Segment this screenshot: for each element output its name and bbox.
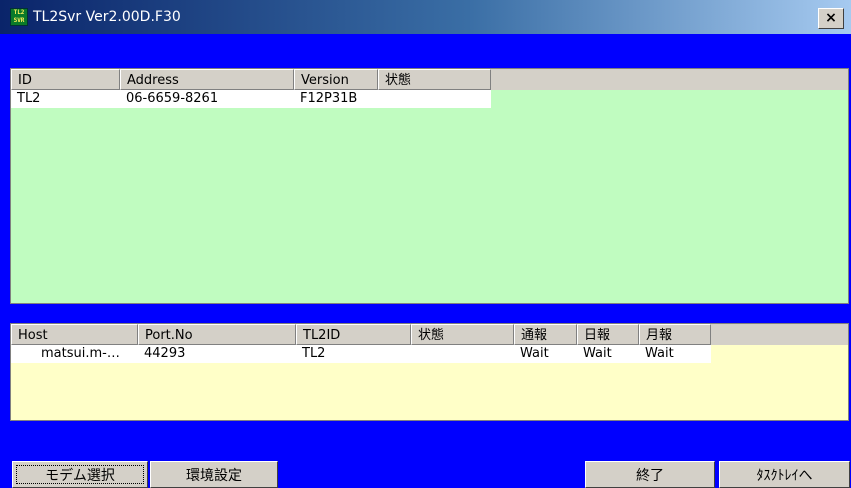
column-header-daily[interactable]: 日報 <box>577 324 639 345</box>
cell-status <box>378 90 491 108</box>
column-header-tl2id[interactable]: TL2ID <box>296 324 411 345</box>
app-icon: TL2 SVR <box>10 8 28 26</box>
column-header-port[interactable]: Port.No <box>138 324 296 345</box>
column-header-host[interactable]: Host <box>11 324 138 345</box>
column-header-address[interactable]: Address <box>120 69 294 90</box>
cell-status <box>411 345 514 363</box>
column-header-status[interactable]: 状態 <box>378 69 491 90</box>
device-list-header: ID Address Version 状態 <box>11 69 848 90</box>
cell-version: F12P31B <box>300 91 358 106</box>
window-title: TL2Svr Ver2.00D.F30 <box>33 9 181 25</box>
exit-button[interactable]: 終了 <box>585 461 715 488</box>
column-header-status[interactable]: 状態 <box>411 324 514 345</box>
cell-daily: Wait <box>583 346 612 361</box>
cell-report: Wait <box>520 346 549 361</box>
blue-band-top <box>0 34 851 68</box>
cell-monthly: Wait <box>645 346 674 361</box>
cell-address: 06-6659-8261 <box>126 91 219 106</box>
column-header-id[interactable]: ID <box>11 69 120 90</box>
cell-host: matsui.m-… <box>41 346 120 361</box>
tray-button[interactable]: ﾀｽｸﾄﾚｲへ <box>719 461 850 488</box>
table-row[interactable]: matsui.m-… 44293 TL2 Wait Wait Wait <box>11 345 711 363</box>
cell-tl2id: TL2 <box>302 346 326 361</box>
table-row[interactable]: TL2 06-6659-8261 F12P31B <box>11 90 491 108</box>
column-header-report[interactable]: 通報 <box>514 324 577 345</box>
cell-port: 44293 <box>144 346 186 361</box>
close-button[interactable]: × <box>818 8 844 29</box>
column-header-monthly[interactable]: 月報 <box>639 324 711 345</box>
connection-list-header: Host Port.No TL2ID 状態 通報 日報 月報 <box>11 324 848 345</box>
modem-select-button[interactable]: モデム選択 <box>12 461 148 488</box>
cell-id: TL2 <box>17 91 41 106</box>
column-header-version[interactable]: Version <box>294 69 378 90</box>
env-settings-button[interactable]: 環境設定 <box>150 461 278 488</box>
connection-list[interactable]: Host Port.No TL2ID 状態 通報 日報 月報 matsui.m-… <box>10 323 849 421</box>
title-bar: TL2 SVR TL2Svr Ver2.00D.F30 × <box>0 0 851 34</box>
device-list[interactable]: ID Address Version 状態 TL2 06-6659-8261 F… <box>10 68 849 304</box>
